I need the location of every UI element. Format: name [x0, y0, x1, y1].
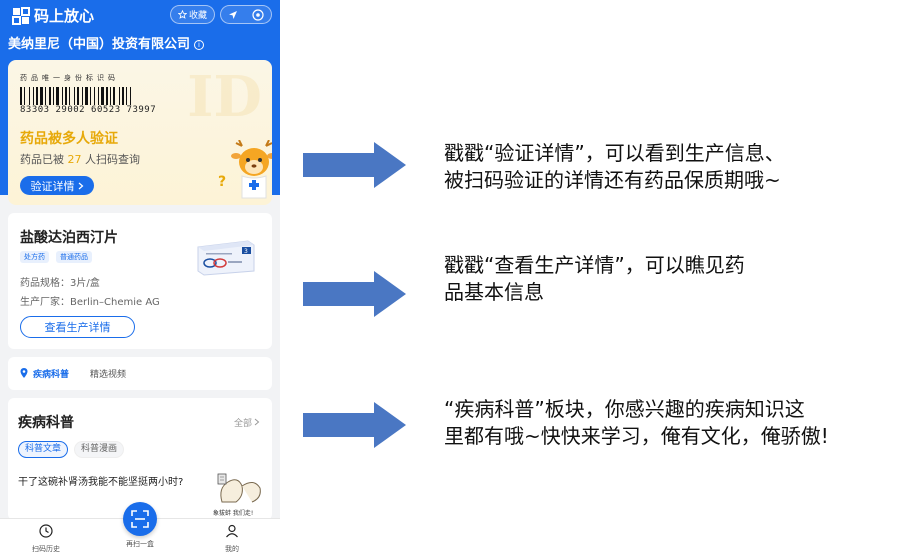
arrow-right-icon: [303, 142, 406, 188]
arrow-right-icon: [303, 271, 406, 317]
annotation-disease-science: “疾病科普”板块，你感兴趣的疾病知识这 里都有哦~快快来学习，俺有文化，俺骄傲!: [444, 397, 829, 448]
favorite-label: 收藏: [188, 11, 207, 21]
barcode-image: [20, 87, 131, 105]
drug-package-image: 3: [197, 240, 255, 276]
chip-articles[interactable]: 科普文章: [18, 441, 69, 458]
article-thumbnail[interactable]: [214, 468, 266, 510]
science-title: 疾病科普: [18, 415, 74, 431]
id-code: 83303 29002 60523 73997: [20, 105, 157, 115]
chip-comics[interactable]: 科普漫画: [74, 441, 125, 458]
verify-count: 27: [67, 153, 82, 166]
article-title[interactable]: 干了这碗补肾汤我能不能坚挺两小时?: [18, 473, 183, 488]
id-label: 药品唯一身份标识码: [20, 74, 119, 82]
svg-text:3: 3: [244, 248, 248, 255]
scan-again-button[interactable]: [123, 502, 157, 536]
tab-disease-science[interactable]: 疾病科普: [33, 367, 69, 380]
production-details-button[interactable]: 查看生产详情: [20, 316, 135, 338]
app-title: 码上放心: [34, 7, 95, 25]
nav-me[interactable]: 我的: [202, 523, 262, 554]
user-icon: [226, 524, 238, 538]
nav-scan-history[interactable]: 扫码历史: [16, 523, 76, 554]
tag-normal-drug: 普通药品: [56, 251, 92, 263]
mini-program-capsule: [220, 5, 272, 24]
clock-icon: [39, 524, 53, 538]
deer-mascot-icon: [231, 140, 272, 199]
content-tabs: 疾病科普 精选视频: [8, 357, 272, 390]
verify-count-text: 药品已被 27 人扫码查询: [20, 153, 140, 166]
arrow-right-icon: [303, 402, 406, 448]
thumbnail-caption: 象拔蚌 我们走!: [213, 510, 254, 517]
star-icon: [177, 10, 187, 19]
scan-icon: [131, 510, 149, 528]
scan-again-label: 再扫一盒: [126, 540, 154, 548]
tab-featured-videos[interactable]: 精选视频: [90, 367, 126, 380]
phone-screen: 码上放心 收藏 美纳里尼（中国）投资有限公司 i ID 药品唯一身份标识码 833…: [0, 0, 280, 554]
id-watermark: ID: [187, 64, 262, 130]
chevron-right-icon: [78, 182, 83, 189]
close-icon[interactable]: [252, 8, 264, 21]
verify-details-button[interactable]: 验证详情: [20, 176, 94, 195]
top-bar: 码上放心 收藏: [0, 0, 280, 30]
app-logo-icon: [12, 7, 30, 25]
info-icon[interactable]: i: [194, 40, 205, 50]
drug-info-card: 盐酸达泊西汀片 处方药 普通药品 药品规格：3片/盒 生产厂家：Berlin–C…: [8, 213, 272, 349]
favorite-button[interactable]: 收藏: [170, 5, 215, 24]
verify-title: 药品被多人验证: [20, 131, 118, 147]
drug-name: 盐酸达泊西汀片: [20, 230, 118, 246]
question-mark: ?: [218, 174, 227, 190]
drug-spec: 药品规格：3片/盒: [20, 278, 100, 289]
company-name: 美纳里尼（中国）投资有限公司 i: [8, 33, 205, 52]
location-pin-icon: [20, 368, 28, 378]
drug-maker: 生产厂家：Berlin–Chemie AG: [20, 297, 160, 308]
annotation-verify-details: 戳戳“验证详情”，可以看到生产信息、 被扫码验证的详情还有药品保质期哦~: [444, 141, 785, 192]
annotation-production-details: 戳戳“查看生产详情”，可以瞧见药 品基本信息: [444, 253, 745, 304]
see-all-link[interactable]: 全部: [234, 416, 260, 429]
location-arrow-icon[interactable]: [228, 10, 238, 20]
drug-id-card: ID 药品唯一身份标识码 83303 29002 60523 73997 药品被…: [8, 60, 272, 205]
tag-prescription: 处方药: [20, 251, 49, 263]
chevron-right-icon: [254, 418, 260, 426]
